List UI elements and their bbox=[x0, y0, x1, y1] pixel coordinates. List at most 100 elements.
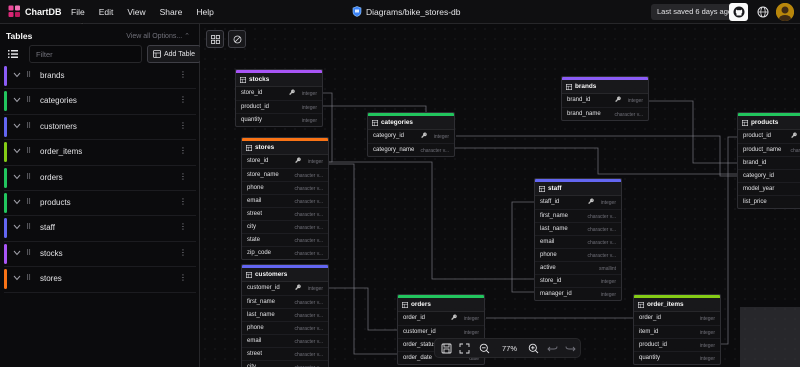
table-field[interactable]: category_id 🔑 integer bbox=[368, 130, 454, 143]
minimap[interactable] bbox=[740, 307, 800, 367]
sidebar-table-orders[interactable]: ⠿ orders ⋮ bbox=[4, 166, 196, 191]
diagram-canvas[interactable]: stocks store_id 🔑 integer product_id integer q… bbox=[200, 24, 800, 367]
app-logo[interactable]: ChartDB bbox=[8, 5, 62, 18]
table-node-header[interactable]: products bbox=[738, 116, 800, 130]
table-node-header[interactable]: orders bbox=[398, 298, 484, 312]
drag-handle-icon[interactable]: ⠿ bbox=[26, 96, 31, 104]
table-field[interactable]: product_id🔑integer bbox=[738, 130, 800, 143]
table-field[interactable]: street character v... bbox=[242, 347, 328, 360]
sidebar-table-stocks[interactable]: ⠿ stocks ⋮ bbox=[4, 242, 196, 268]
table-field[interactable]: manager_id integer bbox=[535, 287, 621, 300]
table-field[interactable]: store_name character v... bbox=[242, 168, 328, 181]
table-node-stocks[interactable]: stocks store_id 🔑 integer product_id integer q… bbox=[235, 69, 323, 127]
menu-edit[interactable]: Edit bbox=[92, 0, 121, 24]
redo-icon[interactable] bbox=[565, 343, 576, 354]
table-field[interactable]: store_id 🔑 integer bbox=[236, 87, 322, 100]
table-field[interactable]: email character v... bbox=[242, 194, 328, 207]
drag-handle-icon[interactable]: ⠿ bbox=[26, 173, 31, 181]
more-options-icon[interactable]: ⋮ bbox=[179, 121, 187, 130]
more-options-icon[interactable]: ⋮ bbox=[179, 273, 187, 282]
sidebar-table-order-items[interactable]: ⠿ order_items ⋮ bbox=[4, 140, 196, 166]
table-field[interactable]: phone character v... bbox=[242, 321, 328, 334]
table-field[interactable]: product_id integer bbox=[236, 100, 322, 113]
table-field[interactable]: store_id 🔑 integer bbox=[242, 155, 328, 168]
sidebar-table-stores[interactable]: ⠿ stores ⋮ bbox=[4, 267, 196, 293]
drag-handle-icon[interactable]: ⠿ bbox=[26, 122, 31, 130]
table-field[interactable]: model_yearsmallint bbox=[738, 182, 800, 195]
more-options-icon[interactable]: ⋮ bbox=[179, 146, 187, 155]
table-field[interactable]: email character v... bbox=[242, 334, 328, 347]
chevron-down-icon[interactable] bbox=[13, 275, 21, 281]
drag-handle-icon[interactable]: ⠿ bbox=[26, 71, 31, 79]
table-field[interactable]: category_name character v... bbox=[368, 143, 454, 156]
more-options-icon[interactable]: ⋮ bbox=[179, 197, 187, 206]
sidebar-table-customers[interactable]: ⠿ customers ⋮ bbox=[4, 115, 196, 141]
drag-handle-icon[interactable]: ⠿ bbox=[26, 147, 31, 155]
drag-handle-icon[interactable]: ⠿ bbox=[26, 198, 31, 206]
zoom-in-icon[interactable] bbox=[528, 343, 539, 354]
more-options-icon[interactable]: ⋮ bbox=[179, 70, 187, 79]
fit-view-icon[interactable] bbox=[459, 343, 470, 354]
chevron-down-icon[interactable] bbox=[13, 224, 21, 230]
table-field[interactable]: email character v... bbox=[535, 235, 621, 248]
menu-help[interactable]: Help bbox=[189, 0, 220, 24]
sidebar-table-staff[interactable]: ⠿ staff ⋮ bbox=[4, 216, 196, 242]
diagram-title[interactable]: Diagrams/bike_stores-db bbox=[352, 6, 460, 17]
table-field[interactable]: last_name character v... bbox=[535, 222, 621, 235]
table-field[interactable]: order_id 🔑 integer bbox=[398, 312, 484, 325]
sidebar-table-brands[interactable]: ⠿ brands ⋮ bbox=[4, 64, 196, 90]
table-field[interactable]: order_id integer bbox=[634, 312, 720, 325]
sidebar-table-products[interactable]: ⠿ products ⋮ bbox=[4, 191, 196, 217]
table-field[interactable]: phone character v... bbox=[242, 181, 328, 194]
menu-file[interactable]: File bbox=[64, 0, 92, 24]
table-field[interactable]: street character v... bbox=[242, 207, 328, 220]
table-node-header[interactable]: staff bbox=[535, 182, 621, 196]
more-options-icon[interactable]: ⋮ bbox=[179, 222, 187, 231]
table-field[interactable]: quantity integer bbox=[236, 113, 322, 126]
table-node-categories[interactable]: categories category_id 🔑 integer category_na… bbox=[367, 112, 455, 157]
table-node-products[interactable]: productsproduct_id🔑integerproduct_namech… bbox=[737, 112, 800, 209]
table-node-brands[interactable]: brands brand_id 🔑 integer brand_name characte… bbox=[561, 76, 649, 121]
sidebar-table-categories[interactable]: ⠿ categories ⋮ bbox=[4, 89, 196, 115]
table-node-header[interactable]: customers bbox=[242, 268, 328, 282]
table-field[interactable]: brand_idinteger bbox=[738, 156, 800, 169]
more-options-icon[interactable]: ⋮ bbox=[179, 248, 187, 257]
table-field[interactable]: state character v... bbox=[242, 233, 328, 246]
zoom-level[interactable]: 77% bbox=[502, 344, 517, 353]
chevron-down-icon[interactable] bbox=[13, 97, 21, 103]
table-field[interactable]: phone character v... bbox=[535, 248, 621, 261]
drag-handle-icon[interactable]: ⠿ bbox=[26, 249, 31, 257]
table-field[interactable]: quantity integer bbox=[634, 351, 720, 364]
chevron-down-icon[interactable] bbox=[13, 250, 21, 256]
more-options-icon[interactable]: ⋮ bbox=[179, 172, 187, 181]
undo-icon[interactable] bbox=[547, 343, 558, 354]
table-field[interactable]: zip_code character v... bbox=[242, 246, 328, 259]
table-field[interactable]: customer_id 🔑 integer bbox=[242, 282, 328, 295]
table-field[interactable]: brand_name character v... bbox=[562, 107, 648, 120]
chevron-down-icon[interactable] bbox=[13, 199, 21, 205]
table-field[interactable]: category_idinteger bbox=[738, 169, 800, 182]
menu-share[interactable]: Share bbox=[153, 0, 190, 24]
filter-input[interactable] bbox=[29, 45, 142, 63]
table-field[interactable]: last_name character v... bbox=[242, 308, 328, 321]
table-node-header[interactable]: brands bbox=[562, 80, 648, 94]
chevron-down-icon[interactable] bbox=[13, 123, 21, 129]
table-node-stores[interactable]: stores store_id 🔑 integer store_name characte… bbox=[241, 137, 329, 260]
table-field[interactable]: first_name character v... bbox=[535, 209, 621, 222]
language-globe-icon[interactable] bbox=[757, 6, 769, 18]
more-options-icon[interactable]: ⋮ bbox=[179, 95, 187, 104]
table-field[interactable]: staff_id 🔑 integer bbox=[535, 196, 621, 209]
table-field[interactable]: product_id integer bbox=[634, 338, 720, 351]
table-node-header[interactable]: order_items bbox=[634, 298, 720, 312]
table-node-staff[interactable]: staff staff_id 🔑 integer first_name character… bbox=[534, 178, 622, 301]
table-node-order-items[interactable]: order_items order_id integer item_id integer… bbox=[633, 294, 721, 365]
menu-view[interactable]: View bbox=[120, 0, 152, 24]
table-field[interactable]: item_id integer bbox=[634, 325, 720, 338]
github-button[interactable] bbox=[729, 3, 748, 21]
view-all-options[interactable]: View all Options... ⌃ bbox=[126, 32, 190, 40]
table-node-customers[interactable]: customers customer_id 🔑 integer first_name ch… bbox=[241, 264, 329, 367]
table-node-header[interactable]: stores bbox=[242, 141, 328, 155]
table-field[interactable]: brand_id 🔑 integer bbox=[562, 94, 648, 107]
table-field[interactable]: store_id integer bbox=[535, 274, 621, 287]
table-field[interactable]: product_name character v... bbox=[738, 143, 800, 156]
